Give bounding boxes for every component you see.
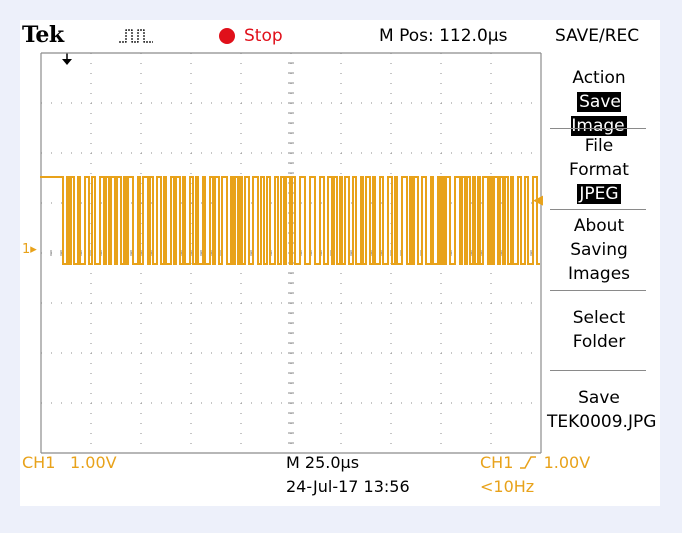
trigger-channel: CH1 (480, 453, 514, 472)
about-saving-images-button[interactable]: About (547, 214, 651, 238)
ch1-waveform-trace (40, 176, 540, 265)
oscilloscope-screen: Tek Stop M Pos: 112.0µs SAVE/REC 1▸ ◀ Ac… (20, 20, 660, 506)
file-format-label: File (584, 136, 614, 156)
trigger-readout: CH1 1.00V (480, 455, 590, 471)
save-button[interactable]: Save (547, 386, 651, 410)
file-format-value: JPEG (577, 184, 621, 204)
file-format-label-2: Format (569, 160, 629, 180)
ch1-marker-label: 1 (22, 242, 31, 257)
stop-status-icon (219, 28, 235, 44)
date-time: 24-Jul-17 13:56 (286, 477, 410, 496)
pulse-waveform-icon (119, 29, 153, 43)
run-state-label: Stop (244, 26, 283, 46)
trigger-frequency: <10Hz (480, 477, 535, 496)
about-saving-label-2: Saving (570, 240, 628, 260)
action-label: Action (572, 68, 626, 88)
trigger-level-marker: ◀ (533, 193, 543, 208)
menu-title: SAVE/REC (555, 26, 640, 46)
ch1-ground-marker: 1▸ (22, 242, 37, 257)
save-filename: TEK0009.JPG (547, 412, 657, 432)
select-folder-label-2: Folder (572, 332, 626, 352)
menu-divider (550, 290, 646, 291)
menu-divider (550, 209, 646, 210)
file-format-button[interactable]: JPEG (547, 182, 651, 206)
action-button[interactable]: Save Image (547, 90, 651, 138)
trigger-level: 1.00V (543, 453, 591, 472)
rising-edge-icon (520, 456, 537, 469)
horizontal-position-readout: M Pos: 112.0µs (379, 26, 508, 46)
action-value: Save Image (571, 92, 627, 136)
channel-label: CH1 (22, 453, 56, 472)
select-folder-button[interactable]: Select (547, 306, 651, 330)
waveform-graticule (40, 52, 542, 454)
menu-divider (550, 128, 646, 129)
menu-divider (550, 370, 646, 371)
about-saving-label-3: Images (567, 264, 631, 284)
volts-per-div: 1.00V (70, 453, 117, 472)
brand-logo: Tek (22, 22, 64, 48)
timebase-readout: M 25.0µs (286, 453, 360, 472)
